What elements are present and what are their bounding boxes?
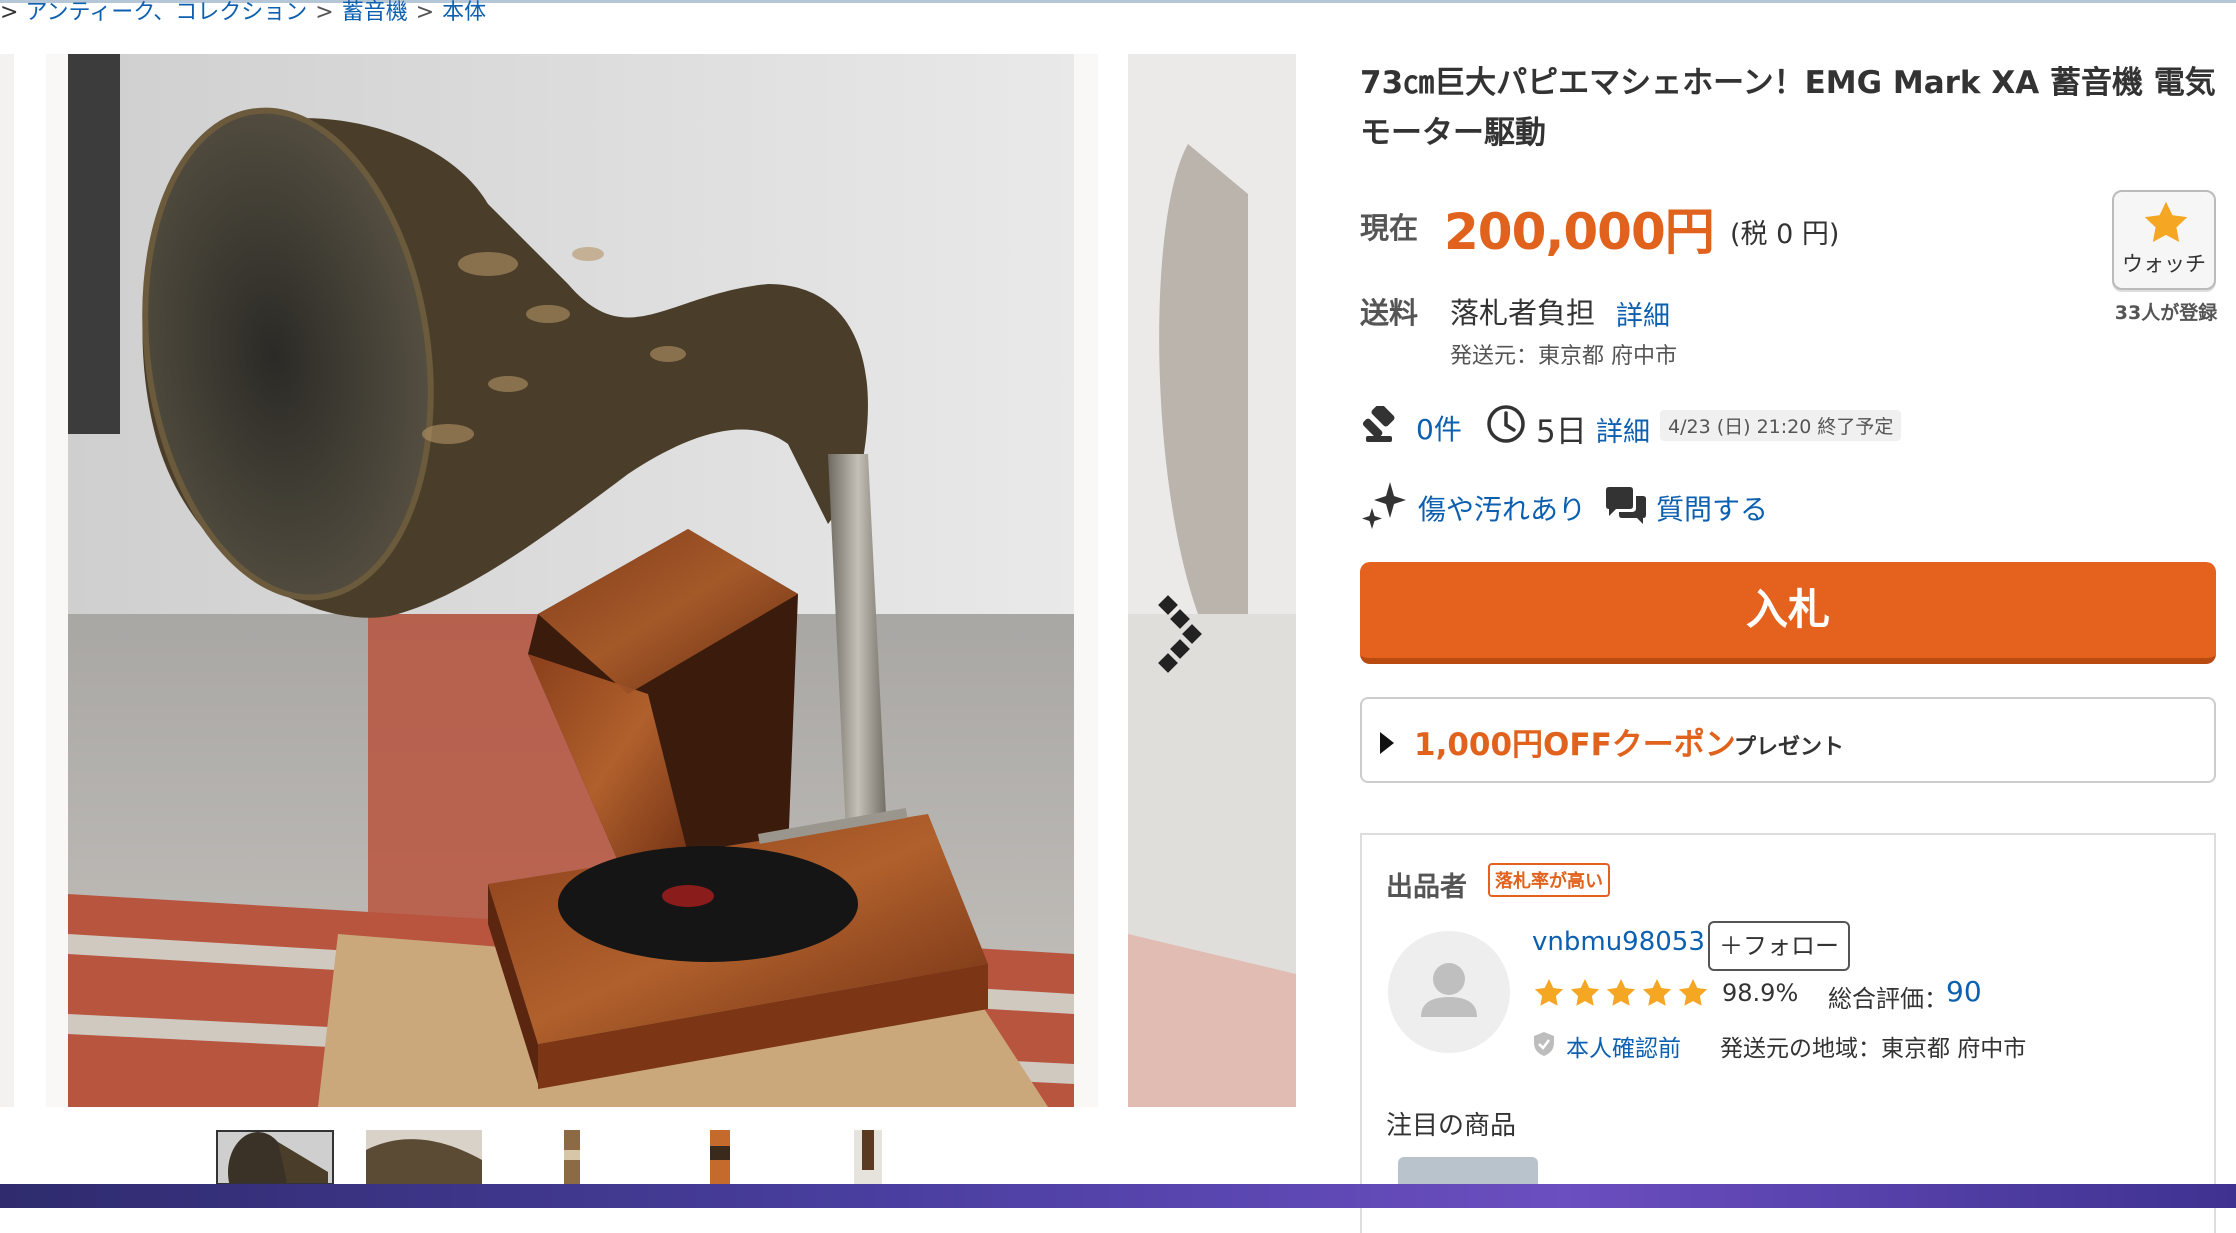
- condition-link[interactable]: 傷や汚れあり: [1418, 488, 1586, 528]
- coupon-banner[interactable]: 1,000円OFFクーポン プレゼント: [1360, 697, 2216, 783]
- bid-count-link[interactable]: 0件: [1416, 408, 1462, 448]
- bid-status-row: 0件 5日 詳細 4/23 (日) 21:20 終了予定: [1360, 402, 2220, 450]
- seller-panel: 出品者 落札率が高い vnbmu98053 ＋フォロー 98.9% 総合評価： …: [1360, 833, 2216, 1233]
- image-gallery: [0, 52, 1300, 1107]
- thumbnail-4[interactable]: [710, 1130, 730, 1185]
- avatar[interactable]: [1388, 931, 1510, 1053]
- coupon-amount: 1,000円OFFクーポン: [1414, 727, 1736, 763]
- time-detail-link[interactable]: 詳細: [1596, 410, 1650, 449]
- thumbnail-1[interactable]: [216, 1130, 334, 1185]
- breadcrumb-sep: >: [315, 0, 334, 25]
- breadcrumb-antique[interactable]: アンティーク、コレクション: [25, 0, 307, 25]
- seller-badge: 落札率が高い: [1488, 863, 1610, 897]
- watch-button[interactable]: ウォッチ: [2112, 190, 2216, 290]
- follow-button[interactable]: ＋フォロー: [1708, 921, 1850, 971]
- thumbnail-5[interactable]: [854, 1130, 882, 1185]
- shipping-detail-link[interactable]: 詳細: [1616, 294, 1670, 333]
- gramophone-photo-preview: [1128, 54, 1296, 1107]
- chevron-right-icon[interactable]: [1155, 592, 1207, 676]
- ship-from: 発送元：東京都 府中市: [1450, 344, 1677, 369]
- gramophone-photo: [68, 54, 1074, 1107]
- thumbnail-3[interactable]: [564, 1130, 580, 1185]
- end-time: 4/23 (日) 21:20 終了予定: [1660, 410, 1902, 441]
- total-rating-label: 総合評価：: [1828, 985, 1948, 1013]
- thumbnail-image: [710, 1130, 730, 1185]
- thumbnail-strip: [216, 1130, 916, 1185]
- thumbnail-image: [564, 1130, 580, 1185]
- seller-label: 出品者: [1386, 872, 1467, 903]
- rating-percent: 98.9%: [1722, 979, 1799, 1007]
- coupon-suffix: プレゼント: [1734, 735, 1845, 760]
- next-product-photo[interactable]: [1128, 54, 1296, 1107]
- breadcrumb-body[interactable]: 本体: [442, 0, 486, 25]
- item-title: 73㎝巨大パピエマシェホーン！EMG Mark XA 蓄音機 電気モーター駆動: [1360, 65, 2216, 151]
- featured-heading: 注目の商品: [1386, 1111, 1517, 1141]
- shipping-label: 送料: [1360, 296, 1419, 330]
- thumbnail-image: [854, 1130, 882, 1185]
- user-icon: [1421, 963, 1477, 1017]
- os-taskbar: [0, 1184, 2236, 1208]
- thumbnail-image: [218, 1132, 332, 1183]
- breadcrumb: > アンティーク、コレクション > 蓄音機 > 本体: [0, 0, 486, 26]
- time-remaining: 5日: [1536, 414, 1587, 450]
- chat-icon: [1606, 487, 1646, 524]
- star-icon: [2144, 201, 2188, 242]
- item-info-panel: 73㎝巨大パピエマシェホーン！EMG Mark XA 蓄音機 電気モーター駆動 …: [1360, 0, 2236, 1233]
- breadcrumb-gramophone[interactable]: 蓄音機: [342, 0, 408, 25]
- bid-button[interactable]: 入札: [1360, 562, 2216, 664]
- seller-region: 発送元の地域：東京都 府中市: [1720, 1036, 2027, 1062]
- current-price: 200,000円: [1444, 203, 1715, 261]
- thumbnail-2[interactable]: [366, 1130, 482, 1185]
- total-rating-link[interactable]: 90: [1946, 975, 1982, 1008]
- thumbnail-image: [366, 1130, 482, 1185]
- watch-label: ウォッチ: [2122, 252, 2206, 276]
- previous-photo-edge[interactable]: [0, 54, 14, 1107]
- shipping-value: 落札者負担: [1450, 296, 1596, 330]
- main-product-photo[interactable]: [46, 54, 1098, 1107]
- rating-stars-icon: [1534, 979, 1708, 1006]
- breadcrumb-sep: >: [415, 0, 435, 25]
- watch-count: 33人が登録: [2114, 302, 2218, 324]
- sparkle-icon: [1362, 482, 1406, 529]
- verification-link[interactable]: 本人確認前: [1566, 1029, 1681, 1063]
- gavel-icon: [1362, 406, 1395, 442]
- breadcrumb-lead: >: [0, 0, 19, 25]
- triangle-right-icon: [1380, 732, 1394, 754]
- shield-check-icon: [1534, 1032, 1554, 1056]
- seller-name-link[interactable]: vnbmu98053: [1532, 927, 1705, 957]
- question-link[interactable]: 質問する: [1656, 488, 1768, 528]
- tax-amount: (税 0 円): [1730, 219, 1840, 250]
- condition-row: 傷や汚れあり 質問する: [1360, 480, 2220, 530]
- clock-icon: [1487, 405, 1525, 443]
- price-label: 現在: [1360, 211, 1419, 245]
